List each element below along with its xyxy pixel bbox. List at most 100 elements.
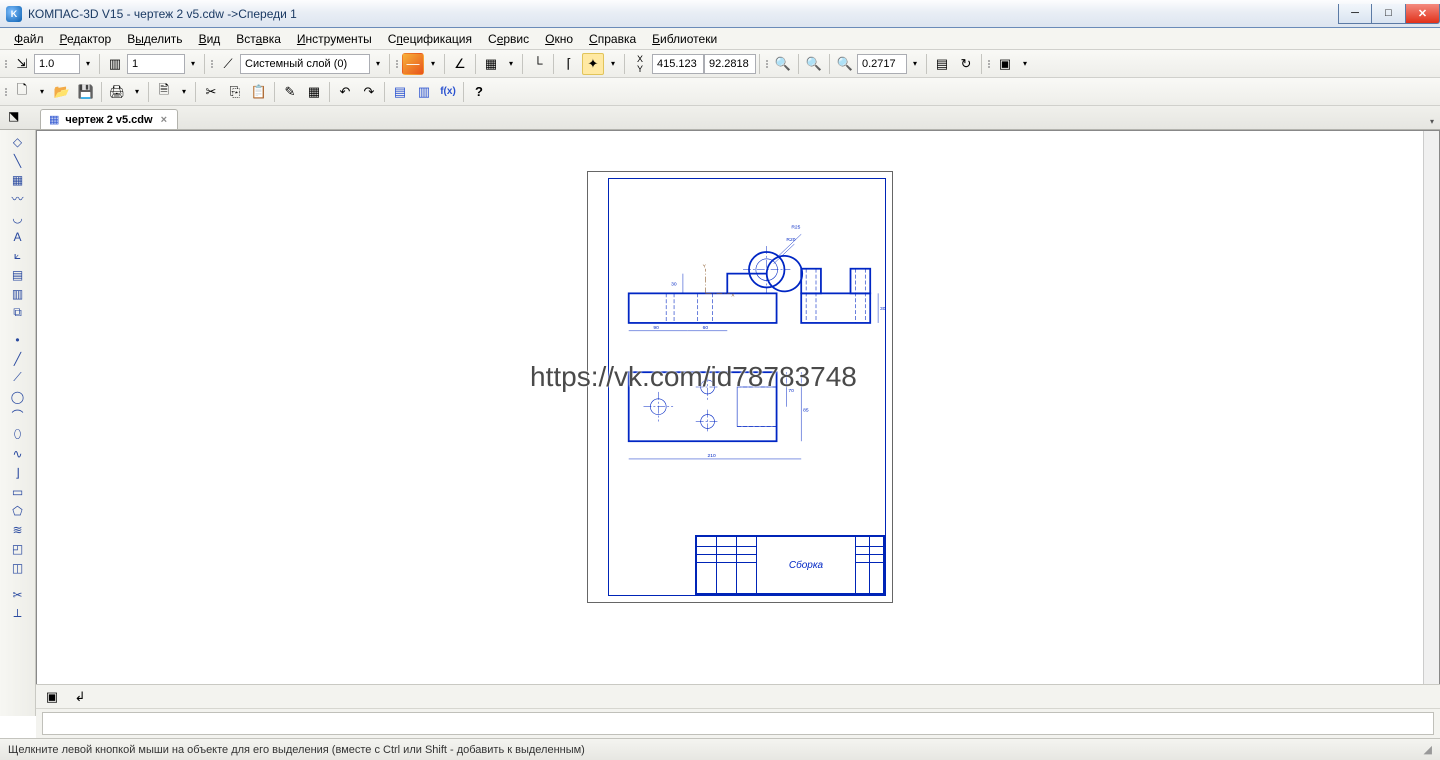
command-input[interactable]: [42, 712, 1434, 735]
zoom-fit-icon[interactable]: 🔍: [834, 53, 856, 75]
text-tool-icon[interactable]: A: [7, 227, 29, 246]
snap-options-icon[interactable]: ✦: [582, 53, 604, 75]
tab-overflow-arrow[interactable]: ▾: [1424, 114, 1440, 129]
copy-icon[interactable]: ⎘: [224, 81, 246, 103]
line-tool-icon[interactable]: ╲: [7, 151, 29, 170]
equid-tool-icon[interactable]: ◫: [7, 558, 29, 577]
menu-tools[interactable]: Инструменты: [289, 30, 380, 48]
cmd-stop-icon[interactable]: ▣: [41, 686, 63, 708]
grid-icon[interactable]: ▦: [480, 53, 502, 75]
polygon-tool-icon[interactable]: ⬠: [7, 501, 29, 520]
menu-service[interactable]: Сервис: [480, 30, 537, 48]
extend-tool-icon[interactable]: ⟂: [7, 604, 29, 623]
contour-tool-icon[interactable]: ◰: [7, 539, 29, 558]
point-tool-icon[interactable]: •: [7, 330, 29, 349]
fillet-tool-icon[interactable]: ⌋: [7, 463, 29, 482]
cut-icon[interactable]: ✂: [200, 81, 222, 103]
views-manager-icon[interactable]: ▤: [931, 53, 953, 75]
preview-icon[interactable]: 🗎: [153, 81, 175, 103]
library-manager-icon[interactable]: ▤: [389, 81, 411, 103]
page-icon[interactable]: ▥: [104, 53, 126, 75]
variables-icon[interactable]: f(x): [437, 81, 459, 103]
close-button[interactable]: ✕: [1406, 4, 1440, 24]
zoom-window-icon[interactable]: 🔍: [803, 53, 825, 75]
segment-tool-icon[interactable]: ╱: [7, 349, 29, 368]
format-painter-icon[interactable]: ✎: [279, 81, 301, 103]
paste-icon[interactable]: 📋: [248, 81, 270, 103]
undo-icon[interactable]: ↶: [334, 81, 356, 103]
properties-icon[interactable]: ▦: [303, 81, 325, 103]
svg-text:60: 60: [703, 325, 709, 331]
menu-view[interactable]: Вид: [191, 30, 229, 48]
spec-manager-icon[interactable]: ▥: [413, 81, 435, 103]
print-icon[interactable]: 🖨: [106, 81, 128, 103]
window-config-icon[interactable]: ▣: [994, 53, 1016, 75]
linestyle-button[interactable]: —: [402, 53, 424, 75]
zoom-in-icon[interactable]: 🔍: [772, 53, 794, 75]
tab-home-icon[interactable]: ⬔: [8, 109, 24, 125]
bezier-tool-icon[interactable]: ∿: [7, 444, 29, 463]
new-doc-icon[interactable]: 🗋: [11, 81, 33, 103]
ortho-icon[interactable]: └: [527, 53, 549, 75]
coord-x-input[interactable]: 415.123: [652, 54, 704, 74]
open-icon[interactable]: 📂: [51, 81, 73, 103]
scrollbar-vertical[interactable]: [1423, 131, 1439, 699]
zoom-dropdown-arrow[interactable]: ▾: [908, 53, 922, 75]
page-dropdown[interactable]: 1: [127, 54, 185, 74]
coord-y-input[interactable]: 92.2818: [704, 54, 756, 74]
menu-spec[interactable]: Спецификация: [380, 30, 480, 48]
rect-tool-icon[interactable]: ▭: [7, 482, 29, 501]
doc-tab-active[interactable]: ▦ чертеж 2 v5.cdw ×: [40, 109, 178, 129]
angle-snap-icon[interactable]: ∠: [449, 53, 471, 75]
menu-file[interactable]: Файл: [6, 30, 52, 48]
help-pointer-icon[interactable]: ?: [468, 81, 490, 103]
layer-tool-icon[interactable]: ⟋: [217, 53, 239, 75]
preview-dropdown-arrow[interactable]: ▾: [177, 81, 191, 103]
canvas-area[interactable]: R25 R20 X Y 90: [36, 130, 1440, 716]
layer-dropdown-arrow[interactable]: ▾: [371, 53, 385, 75]
minimize-button[interactable]: ─: [1338, 4, 1372, 24]
redo-icon[interactable]: ↷: [358, 81, 380, 103]
menu-insert[interactable]: Вставка: [228, 30, 289, 48]
new-dropdown-arrow[interactable]: ▾: [35, 81, 49, 103]
menu-window[interactable]: Окно: [537, 30, 581, 48]
dimension-tool-icon[interactable]: ⟀: [7, 246, 29, 265]
coord-xy-icon[interactable]: XY: [629, 53, 651, 75]
window-config-dropdown-arrow[interactable]: ▾: [1018, 53, 1032, 75]
app-icon: K: [6, 6, 22, 22]
arc-tool-icon[interactable]: ◡: [7, 208, 29, 227]
print-dropdown-arrow[interactable]: ▾: [130, 81, 144, 103]
grid-dropdown-arrow[interactable]: ▾: [504, 53, 518, 75]
hatch-tool-icon[interactable]: ▦: [7, 170, 29, 189]
linestyle-dropdown-arrow[interactable]: ▾: [426, 53, 440, 75]
roughness-tool-icon[interactable]: ▥: [7, 284, 29, 303]
scale-icon[interactable]: ⇲: [11, 53, 33, 75]
doc-tab-close-icon[interactable]: ×: [159, 114, 169, 126]
menu-select[interactable]: Выделить: [119, 30, 190, 48]
menu-libs[interactable]: Библиотеки: [644, 30, 725, 48]
save-icon[interactable]: 💾: [75, 81, 97, 103]
ellipse-tool-icon[interactable]: ⬯: [7, 425, 29, 444]
zoom-dropdown[interactable]: 0.2717: [857, 54, 907, 74]
page-dropdown-arrow[interactable]: ▾: [186, 53, 200, 75]
trim-tool-icon[interactable]: ✂: [7, 585, 29, 604]
maximize-button[interactable]: □: [1372, 4, 1406, 24]
circle-tool-icon[interactable]: ◯: [7, 387, 29, 406]
scale-dropdown-arrow[interactable]: ▾: [81, 53, 95, 75]
cmd-apply-icon[interactable]: ↲: [69, 686, 91, 708]
layer-dropdown[interactable]: Системный слой (0): [240, 54, 370, 74]
resize-grip-icon[interactable]: ◢: [1424, 743, 1432, 756]
spline-tool-icon[interactable]: 〰: [7, 189, 29, 208]
offset-tool-icon[interactable]: ≋: [7, 520, 29, 539]
menu-editor[interactable]: Редактор: [52, 30, 120, 48]
geometry-panel-icon[interactable]: ◇: [7, 132, 29, 151]
snap-dropdown-arrow[interactable]: ▾: [606, 53, 620, 75]
scale-dropdown[interactable]: 1.0: [34, 54, 80, 74]
views-tool-icon[interactable]: ⧉: [7, 303, 29, 322]
table-tool-icon[interactable]: ▤: [7, 265, 29, 284]
round-icon[interactable]: ⌈: [558, 53, 580, 75]
refresh-view-icon[interactable]: ↻: [955, 53, 977, 75]
arc2-tool-icon[interactable]: ⌒: [7, 406, 29, 425]
menu-help[interactable]: Справка: [581, 30, 644, 48]
aux-line-icon[interactable]: ⟋: [7, 368, 29, 387]
